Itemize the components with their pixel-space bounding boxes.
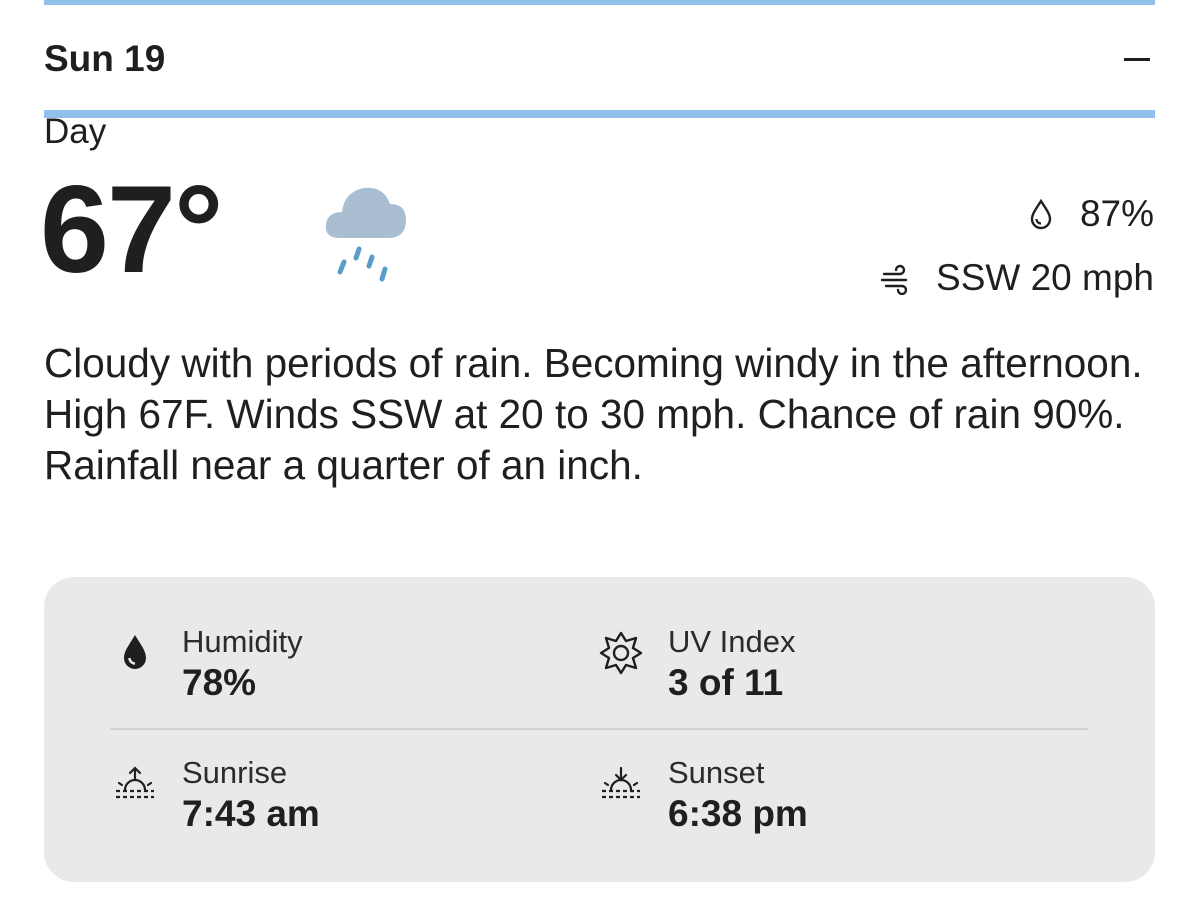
uv-sun-icon xyxy=(599,631,643,675)
humidity-detail: Humidity 78% xyxy=(110,623,303,705)
card-divider xyxy=(110,728,1088,730)
wind: SSW 20 mph xyxy=(880,254,1154,302)
humidity-label: Humidity xyxy=(182,624,303,659)
water-drop-outline-icon xyxy=(1030,198,1052,230)
details-card: Humidity 78% UV Index 3 of 11 Sunrise 7:… xyxy=(44,577,1155,882)
sunrise-value: 7:43 am xyxy=(182,793,320,834)
uv-label: UV Index xyxy=(668,624,796,659)
daily-forecast-panel: Sun 19 Day 67° 87% SSW 20 mph Cloudy wit… xyxy=(0,0,1200,901)
period-label: Day xyxy=(44,112,107,151)
humidity-value: 78% xyxy=(182,662,257,703)
collapse-button[interactable] xyxy=(1119,41,1155,77)
top-divider xyxy=(44,0,1155,5)
day-title: Sun 19 xyxy=(44,38,166,79)
minus-icon xyxy=(1124,57,1150,61)
uv-detail: UV Index 3 of 11 xyxy=(596,623,796,705)
sunset-icon xyxy=(602,766,640,799)
water-drop-icon xyxy=(124,635,146,669)
sunrise-detail: Sunrise 7:43 am xyxy=(110,754,320,836)
sunrise-icon xyxy=(116,766,154,799)
precip-chance: 87% xyxy=(880,190,1154,238)
uv-value: 3 of 11 xyxy=(668,662,784,703)
header-divider xyxy=(44,110,1155,118)
day-header[interactable]: Sun 19 xyxy=(44,8,1155,110)
temperature: 67° xyxy=(40,161,224,299)
sunrise-label: Sunrise xyxy=(182,755,288,790)
rain-cloud-icon xyxy=(322,178,412,288)
forecast-summary: Cloudy with periods of rain. Becoming wi… xyxy=(44,340,1143,488)
wind-icon xyxy=(880,264,908,295)
sunset-value: 6:38 pm xyxy=(668,793,808,834)
precip-chance-value: 87% xyxy=(1079,193,1154,234)
wind-value: SSW 20 mph xyxy=(936,257,1154,298)
quick-stats: 87% SSW 20 mph xyxy=(880,190,1154,318)
sunset-detail: Sunset 6:38 pm xyxy=(596,754,808,836)
sunset-label: Sunset xyxy=(668,755,765,790)
